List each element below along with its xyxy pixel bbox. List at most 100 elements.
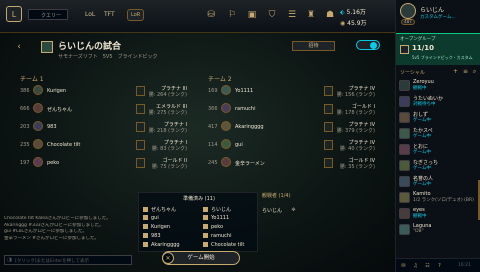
rank-banner-icon [324, 140, 333, 150]
missions-icon[interactable]: ☰ [286, 9, 298, 21]
rank-wins: 勝: 35 (ランク) [339, 164, 375, 170]
player-avatar [33, 139, 43, 149]
player-name: 金辛ラーメン [235, 161, 265, 167]
summoner-level: 169 [208, 88, 218, 94]
client-logo-icon[interactable]: L [6, 6, 22, 22]
team1-player-row[interactable]: 666 ぜんちゃん エメラルド III 勝: 275 (ランク) [20, 103, 190, 116]
friend-item[interactable]: たかスペ ゲーム中 [398, 127, 478, 140]
back-arrow-icon[interactable]: ‹ [14, 41, 24, 53]
notification-icon[interactable]: ☷ [424, 262, 431, 269]
player-name: Akaringggg [235, 124, 264, 130]
social-header: ソーシャル [400, 70, 425, 76]
ready-entry: Akaringggg [143, 242, 180, 248]
player-name: 983 [47, 124, 57, 130]
ready-entry: ramuchi [203, 233, 231, 239]
profile-level-badge: 487 [401, 19, 415, 25]
lobby-subtitle: サモナーズリフト 5V5 ブラインドピック [58, 54, 158, 60]
shop-icon[interactable]: ⛁ [205, 9, 217, 21]
profile-avatar[interactable] [400, 3, 416, 19]
add-friend-icon[interactable]: + [452, 68, 459, 75]
ready-entry: ぜんちゃん [143, 206, 176, 213]
team1-player-row[interactable]: 197 peko ゴールド II 勝: 75 (ランク) [20, 157, 190, 170]
team2-player-row[interactable]: 245 金辛ラーメン ゴールド IV 勝: 35 (ランク) [208, 157, 378, 170]
loot-icon[interactable]: ▣ [246, 9, 258, 21]
ready-entry: Yo1111 [203, 215, 229, 221]
help-icon[interactable]: ? [436, 262, 443, 269]
friend-item[interactable]: Zeroyuu 観戦中 [398, 79, 478, 92]
friend-avatar [399, 160, 410, 171]
friend-item[interactable]: なぎさっち ゲーム中 [398, 159, 478, 172]
search-icon[interactable]: ⌕ [471, 68, 478, 75]
player-name: ramuchi [235, 106, 256, 112]
team1-player-row[interactable]: 235 Chocolate tilt プラチナ I 勝: 83 (ランク) [20, 139, 190, 152]
rank-banner-icon [136, 86, 145, 96]
summoner-level: 245 [208, 160, 218, 166]
open-group-label: オープングループ [400, 37, 436, 42]
cancel-x-icon[interactable]: ✕ [162, 252, 174, 264]
mic-icon[interactable]: ♫ [412, 262, 419, 269]
social-sidebar: 487 らいじん カスタムゲーム... オープングループ 11/10 5v5 ブ… [395, 0, 480, 272]
rank-banner-icon [324, 158, 333, 168]
blue-essence-display: ⬖ 5.16万 [340, 9, 366, 16]
friend-status: 観戦中 [413, 86, 427, 91]
friend-status: 観戦中 [413, 214, 427, 219]
spectator-entry[interactable]: らいじん [262, 207, 282, 214]
friend-status: 1/2 ランク(ソロ/デュオ) (BR) [413, 198, 474, 203]
rp-display: ◉ 45.9万 [340, 20, 367, 27]
team2-player-row[interactable]: 169 Yo1111 プラチナ IV 勝: 156 (ランク) [208, 85, 378, 98]
friend-status: "DB" [413, 229, 424, 234]
rank-wins: 勝: 218 (ランク) [148, 128, 187, 134]
blue-essence-value: 5.16万 [346, 9, 366, 16]
team2-player-row[interactable]: 114 gui プラチナ IV 勝: 40 (ランク) [208, 139, 378, 152]
ready-entry: 983 [143, 233, 161, 239]
group-icon [400, 45, 409, 54]
team2-player-row[interactable]: 417 Akaringggg プラチナ IV 勝: 379 (ランク) [208, 121, 378, 134]
friend-item[interactable]: おしず ゲーム中 [398, 111, 478, 124]
summoner-level: 114 [208, 142, 218, 148]
chat-input[interactable]: [クリック]またはEnterを押して表示 [4, 255, 132, 265]
search-input[interactable]: クエリー [28, 9, 68, 20]
player-name: Kurigen [47, 88, 67, 94]
friend-item[interactable]: うたいぬいか 対戦待ち中 [398, 95, 478, 108]
team1-label: チーム 1 [20, 76, 44, 83]
voice-toggle[interactable] [356, 40, 380, 50]
open-group-card[interactable]: オープングループ 11/10 5v5 ブラインドピック・カスタム [396, 33, 480, 65]
nav-tab-tft[interactable]: TFT [104, 11, 115, 18]
friend-avatar [399, 80, 410, 91]
player-avatar [221, 157, 231, 167]
summoner-level: 417 [208, 124, 218, 130]
open-group-subtitle: 5v5 ブラインドピック・カスタム [412, 55, 473, 60]
friend-item[interactable]: Kamito 1/2 ランク(ソロ/デュオ) (BR) [398, 191, 478, 204]
friend-status: ゲーム中 [413, 118, 431, 123]
friend-item[interactable]: 名誉の人 ゲーム中 [398, 175, 478, 188]
chat-icon[interactable]: ✉ [400, 262, 407, 269]
list-icon[interactable]: ≡ [462, 68, 469, 75]
team2-player-row[interactable]: 366 ramuchi ゴールド I 勝: 178 (ランク) [208, 103, 378, 116]
clock-time: 16:21 [458, 263, 471, 268]
lobby-title: らいじんの試合 [58, 42, 122, 52]
player-avatar [221, 121, 231, 131]
friend-avatar [399, 192, 410, 203]
nav-tab-lol[interactable]: LoL [85, 11, 95, 18]
ready-entry: peko [203, 224, 223, 230]
team1-player-row[interactable]: 203 983 プラチナ I 勝: 218 (ランク) [20, 121, 190, 134]
rank-banner-icon [324, 86, 333, 96]
invite-button[interactable]: 招待 [292, 41, 335, 51]
friend-avatar [399, 144, 410, 155]
friend-status: ゲーム中 [413, 150, 431, 155]
rank-banner-icon [136, 104, 145, 114]
friend-item[interactable]: Laguna "DB" [398, 223, 478, 235]
team1-player-row[interactable]: 386 Kurigen プラチナ III 勝: 264 (ランク) [20, 85, 190, 98]
crafting-icon[interactable]: ☗ [324, 9, 336, 21]
store-icon[interactable]: ♜ [305, 9, 317, 21]
rank-wins: 勝: 275 (ランク) [148, 110, 187, 116]
friend-item[interactable]: とおに ゲーム中 [398, 143, 478, 156]
player-avatar [221, 103, 231, 113]
nav-tab-lor[interactable]: LoR [127, 9, 145, 21]
collection-icon[interactable]: ⚐ [226, 9, 238, 21]
lobby-main-area: ‹ らいじんの試合 サモナーズリフト 5V5 ブラインドピック 招待 チーム 1… [0, 33, 395, 272]
profile-status: カスタムゲーム... [420, 15, 456, 20]
rank-icon[interactable]: ⛉ [266, 8, 278, 22]
summoner-level: 666 [20, 106, 30, 112]
friend-item[interactable]: eyes 観戦中 [398, 207, 478, 220]
